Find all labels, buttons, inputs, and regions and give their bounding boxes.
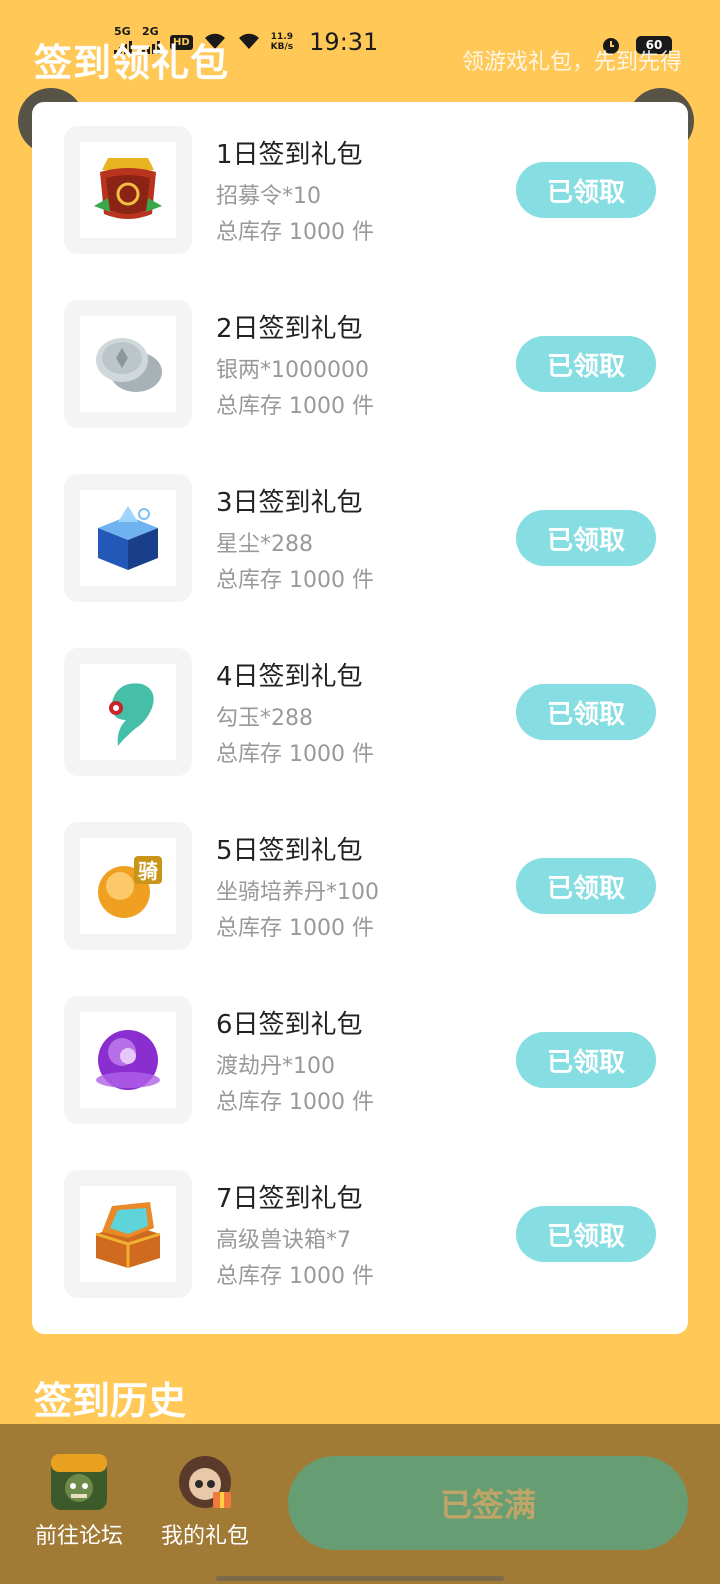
- gift-thumb-frame: [64, 1170, 192, 1298]
- gift-item: 勾玉*288: [216, 706, 313, 731]
- wifi-2-icon: [238, 33, 259, 49]
- gift-title: 2日签到礼包: [216, 314, 363, 344]
- claimed-button[interactable]: 已领取: [516, 162, 656, 218]
- gift-row-day4: 4日签到礼包 勾玉*288 总库存 1000 件 已领取: [32, 648, 688, 776]
- jade-icon: [80, 664, 176, 760]
- claimed-button[interactable]: 已领取: [516, 684, 656, 740]
- gift-stock: 总库存 1000 件: [216, 742, 374, 767]
- gift-thumb-frame: [64, 996, 192, 1124]
- treasure-chest-icon: [80, 1186, 176, 1282]
- gift-item: 渡劫丹*100: [216, 1054, 335, 1079]
- gift-item: 招募令*10: [216, 184, 321, 209]
- page-subtitle: 领游戏礼包，先到先得: [461, 50, 682, 75]
- claimed-button[interactable]: 已领取: [516, 336, 656, 392]
- gift-row-day5: 骑 5日签到礼包 坐骑培养丹*100 总库存 1000 件 已领取: [32, 822, 688, 950]
- gift-item: 星尘*288: [216, 532, 313, 557]
- claimed-button[interactable]: 已领取: [516, 510, 656, 566]
- gift-row-day6: 6日签到礼包 渡劫丹*100 总库存 1000 件 已领取: [32, 996, 688, 1124]
- net-speed-unit: KB/s: [270, 42, 294, 52]
- gift-thumb-frame: [64, 474, 192, 602]
- gift-title: 6日签到礼包: [216, 1010, 363, 1040]
- gift-title: 1日签到礼包: [216, 140, 363, 170]
- mount-badge-text: 骑: [138, 859, 158, 883]
- gift-row-day7: 7日签到礼包 高级兽诀箱*7 总库存 1000 件 已领取: [32, 1170, 688, 1298]
- star-dust-chest-icon: [80, 490, 176, 586]
- forum-label: 前往论坛: [34, 1524, 123, 1549]
- clock: 19:31: [309, 28, 379, 56]
- gift-stock: 总库存 1000 件: [216, 916, 374, 941]
- gift-stock: 总库存 1000 件: [216, 1264, 374, 1289]
- claimed-button[interactable]: 已领取: [516, 1206, 656, 1262]
- gift-thumb-frame: 骑: [64, 822, 192, 950]
- gift-avatar-icon: [177, 1454, 233, 1510]
- gift-title: 5日签到礼包: [216, 836, 363, 866]
- gift-item: 高级兽诀箱*7: [216, 1228, 351, 1253]
- my-gifts-label: 我的礼包: [160, 1524, 249, 1549]
- gift-item: 银两*1000000: [216, 358, 369, 383]
- recruit-token-icon: [80, 142, 176, 238]
- gift-title: 7日签到礼包: [216, 1184, 363, 1214]
- signed-full-button[interactable]: 已签满: [288, 1456, 688, 1550]
- page-title: 签到领礼包: [34, 41, 230, 85]
- gift-title: 4日签到礼包: [216, 662, 363, 692]
- net-speed-value: 11.9: [270, 32, 294, 42]
- bottom-bar: 前往论坛 我的礼包 已签满: [0, 1424, 720, 1584]
- claimed-button[interactable]: 已领取: [516, 858, 656, 914]
- gift-thumb-frame: [64, 300, 192, 428]
- forum-game-icon: [51, 1454, 107, 1510]
- history-section-title: 签到历史: [34, 1379, 187, 1423]
- gift-row-day2: 2日签到礼包 银两*1000000 总库存 1000 件 已领取: [32, 300, 688, 428]
- purple-pill-icon: [80, 1012, 176, 1108]
- gift-row-day1: 1日签到礼包 招募令*10 总库存 1000 件 已领取: [32, 126, 688, 254]
- home-indicator[interactable]: [216, 1576, 504, 1581]
- silver-coin-icon: [80, 316, 176, 412]
- gift-stock: 总库存 1000 件: [216, 394, 374, 419]
- forum-tab[interactable]: 前往论坛: [24, 1454, 134, 1550]
- gift-thumb-frame: [64, 648, 192, 776]
- my-gifts-tab[interactable]: 我的礼包: [150, 1454, 260, 1550]
- gift-stock: 总库存 1000 件: [216, 568, 374, 593]
- gift-stock: 总库存 1000 件: [216, 1090, 374, 1115]
- net-speed: 11.9 KB/s: [271, 32, 293, 52]
- mount-pill-icon: 骑: [80, 838, 176, 934]
- gift-item: 坐骑培养丹*100: [216, 880, 379, 905]
- gift-stock: 总库存 1000 件: [216, 220, 374, 245]
- claimed-button[interactable]: 已领取: [516, 1032, 656, 1088]
- gift-thumb-frame: [64, 126, 192, 254]
- gift-row-day3: 3日签到礼包 星尘*288 总库存 1000 件 已领取: [32, 474, 688, 602]
- gift-title: 3日签到礼包: [216, 488, 363, 518]
- gift-list-card: 1日签到礼包 招募令*10 总库存 1000 件 已领取 2日签到礼包 银两*1…: [32, 102, 688, 1334]
